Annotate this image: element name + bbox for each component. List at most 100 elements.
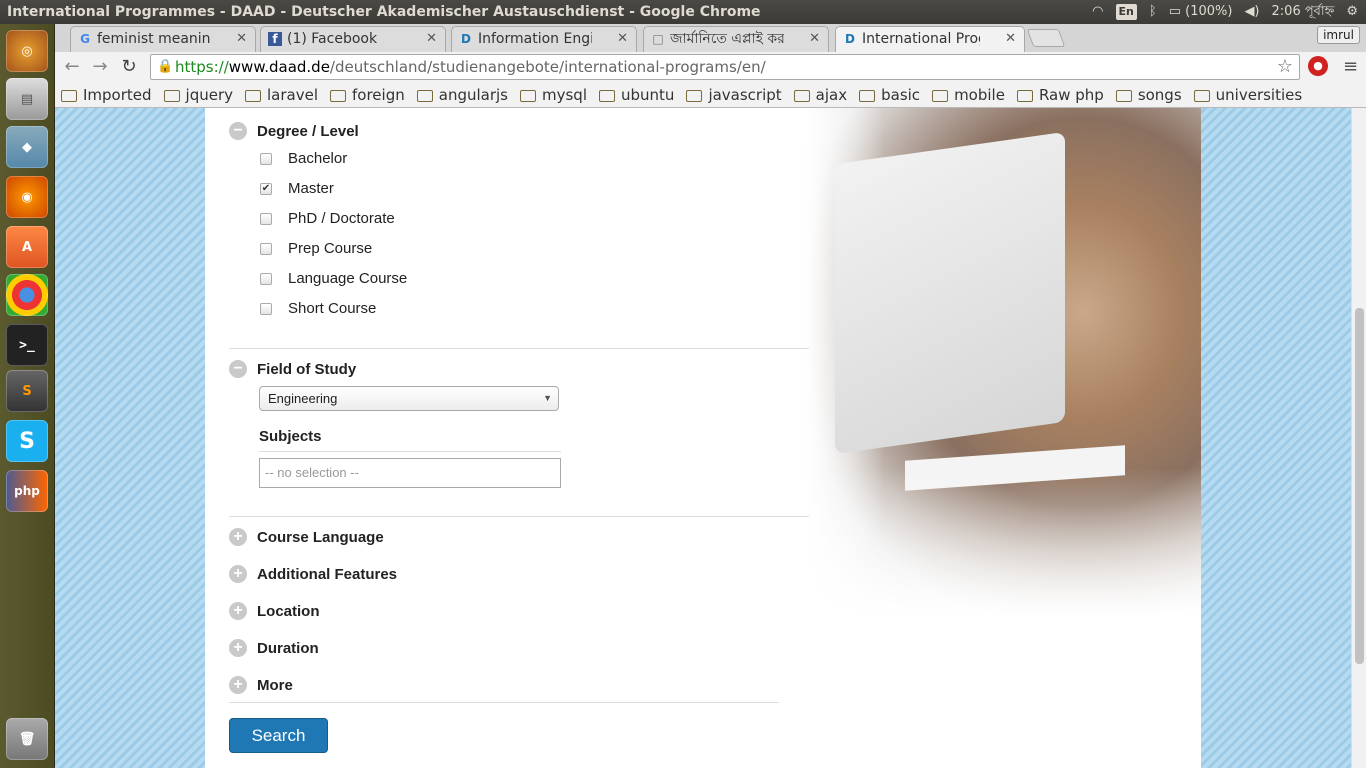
tab-information-engineering[interactable]: D Information Engine ✕	[451, 26, 637, 52]
tab-label: Information Engine	[478, 31, 592, 47]
filter-section-toggle[interactable]: + Course Language	[229, 528, 384, 546]
degree-option[interactable]: Bachelor	[260, 150, 347, 167]
tab-feminist[interactable]: G feminist meaning in ✕	[70, 26, 256, 52]
close-icon[interactable]: ✕	[426, 27, 437, 51]
degree-option-label: Bachelor	[288, 150, 348, 167]
tab-international-programmes[interactable]: D International Progra ✕	[835, 26, 1025, 52]
sublime-text-icon[interactable]: S	[6, 370, 48, 412]
degree-option[interactable]: Prep Course	[260, 240, 372, 257]
url-scheme: https://	[175, 58, 229, 76]
header-photo	[805, 108, 1201, 618]
filter-section-title: Course Language	[257, 528, 384, 546]
folder-icon	[520, 89, 536, 102]
bookmark-star-icon[interactable]: ☆	[1277, 55, 1293, 79]
degree-option-label: Language Course	[288, 270, 408, 287]
degree-option[interactable]: Short Course	[260, 300, 376, 317]
tab-germany-apply[interactable]: □ জার্মানিতে এপ্লাই করার ধাপ ✕	[643, 26, 829, 52]
checkbox[interactable]	[260, 272, 272, 285]
facebook-icon: f	[268, 32, 282, 46]
filter-section-toggle[interactable]: + Duration	[229, 639, 319, 657]
plus-icon: +	[229, 639, 247, 657]
battery-indicator[interactable]: ▭ (100%)	[1169, 0, 1233, 24]
checkbox[interactable]: ✔	[260, 182, 272, 195]
folder-icon	[245, 89, 262, 102]
bookmark-folder[interactable]: mobile	[932, 86, 1005, 104]
checkbox[interactable]	[260, 242, 272, 255]
document-icon: □	[652, 32, 664, 46]
bookmark-folder[interactable]: jquery	[163, 86, 233, 104]
degree-level-toggle[interactable]: − Degree / Level	[229, 122, 359, 140]
filter-section-title: More	[257, 676, 293, 694]
checkbox[interactable]	[260, 212, 272, 225]
system-top-panel: International Programmes - DAAD - Deutsc…	[0, 0, 1366, 24]
tab-label: feminist meaning in	[97, 31, 211, 47]
bookmark-folder[interactable]: angularjs	[416, 86, 508, 104]
bookmark-folder[interactable]: laravel	[245, 86, 318, 104]
field-of-study-value: Engineering	[268, 391, 338, 406]
bookmark-label: universities	[1215, 85, 1303, 104]
monitor-image	[835, 131, 1065, 455]
terminal-icon[interactable]: >_	[6, 324, 48, 366]
software-center-icon[interactable]: A	[6, 226, 48, 268]
trash-icon[interactable]: 🗑	[6, 718, 48, 760]
ubuntu-dash-icon[interactable]: ◎	[6, 30, 48, 72]
firefox-icon[interactable]: ◉	[6, 176, 48, 218]
folder-icon	[1016, 89, 1033, 102]
degree-option[interactable]: Language Course	[260, 270, 407, 287]
address-bar[interactable]: 🔒 https://www.daad.de/deutschland/studie…	[150, 54, 1300, 80]
subjects-input[interactable]: -- no selection --	[259, 458, 561, 488]
degree-option[interactable]: PhD / Doctorate	[260, 210, 395, 227]
field-of-study-select[interactable]: Engineering ▼	[259, 386, 559, 411]
bookmark-label: ubuntu	[621, 85, 675, 104]
bookmark-folder[interactable]: mysql	[520, 86, 587, 104]
filter-section-toggle[interactable]: + Location	[229, 602, 320, 620]
bookmark-folder[interactable]: ubuntu	[599, 86, 674, 104]
reload-icon[interactable]: ↻	[118, 56, 140, 78]
settings-gear-icon[interactable]: ⚙	[1346, 0, 1358, 24]
chrome-icon[interactable]	[6, 274, 48, 316]
close-icon[interactable]: ✕	[236, 27, 247, 51]
bookmark-label: Imported	[83, 85, 152, 104]
close-icon[interactable]: ✕	[1005, 27, 1016, 51]
new-tab-button[interactable]	[1026, 29, 1066, 47]
search-button[interactable]: Search	[229, 718, 328, 753]
adblock-icon[interactable]: ●	[1308, 56, 1328, 76]
bluetooth-icon[interactable]: ᛒ	[1149, 0, 1157, 24]
virtualbox-icon[interactable]: ◆	[6, 126, 48, 168]
bookmark-folder[interactable]: foreign	[330, 86, 405, 104]
bookmark-folder[interactable]: universities	[1193, 85, 1303, 104]
page-scrollbar[interactable]	[1351, 108, 1366, 768]
clock[interactable]: 2:06 পূর্বাহ্ন	[1272, 0, 1335, 24]
filter-section-toggle[interactable]: + More	[229, 676, 293, 694]
tab-facebook[interactable]: f (1) Facebook ✕	[260, 26, 446, 52]
chrome-menu-icon[interactable]: ≡	[1343, 56, 1358, 77]
close-icon[interactable]: ✕	[617, 27, 628, 51]
degree-option[interactable]: ✔ Master	[260, 180, 334, 197]
checkbox[interactable]	[260, 302, 272, 315]
bookmark-folder[interactable]: basic	[859, 86, 920, 104]
folder-icon	[330, 89, 347, 102]
bookmark-folder[interactable]: Raw php	[1016, 86, 1104, 104]
bookmark-folder[interactable]: Imported	[61, 86, 152, 104]
unity-launcher: ◎ ▤ ◆ ◉ A >_ S S php 🗑	[0, 24, 55, 768]
forward-icon[interactable]: →	[89, 56, 111, 78]
field-of-study-toggle[interactable]: − Field of Study	[229, 360, 356, 378]
bookmark-folder[interactable]: songs	[1115, 85, 1182, 104]
folder-icon	[599, 89, 615, 102]
filter-section-toggle[interactable]: + Additional Features	[229, 565, 397, 583]
volume-icon[interactable]: ◀)	[1244, 0, 1259, 24]
profile-button[interactable]: imrul	[1317, 26, 1360, 44]
bookmark-label: songs	[1137, 85, 1182, 104]
wifi-icon[interactable]: ◠	[1092, 0, 1103, 24]
phpstorm-icon[interactable]: php	[6, 470, 48, 512]
plus-icon: +	[229, 565, 247, 583]
close-icon[interactable]: ✕	[809, 27, 820, 51]
scrollbar-thumb[interactable]	[1355, 308, 1364, 664]
keyboard-indicator[interactable]: En	[1115, 4, 1137, 20]
checkbox[interactable]	[260, 152, 272, 165]
skype-icon[interactable]: S	[6, 420, 48, 462]
back-icon[interactable]: ←	[61, 56, 83, 78]
bookmark-folder[interactable]: ajax	[793, 86, 847, 104]
bookmark-folder[interactable]: javascript	[686, 86, 782, 104]
files-icon[interactable]: ▤	[6, 78, 48, 120]
